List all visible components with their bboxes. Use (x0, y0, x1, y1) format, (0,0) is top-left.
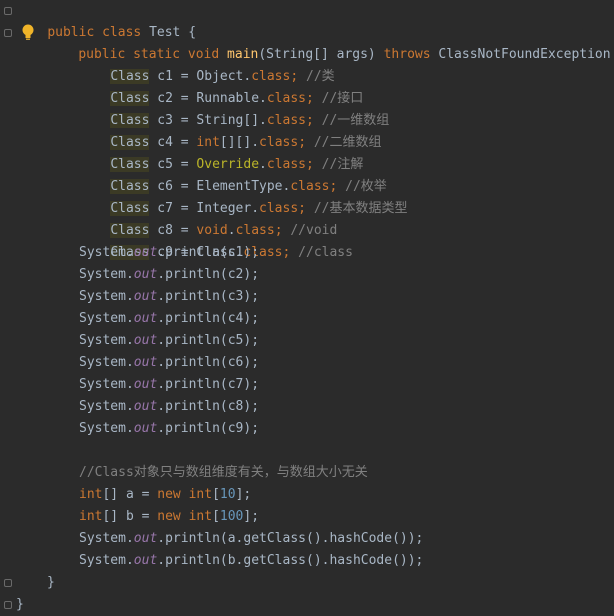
code-line: System.out.println(c9); (79, 418, 259, 440)
number: 100 (219, 509, 244, 524)
code-line: public static void main(String[] args) t… (47, 22, 614, 62)
code-text: .println(a.getClass().hashCode()); (157, 531, 424, 546)
code-line: //Class对象只与数组维度有关，与数组大小无关 (79, 462, 368, 484)
code-text: .println(c9); (157, 421, 260, 436)
code-line: } (47, 572, 55, 594)
code-line: System.out.println(c4); (79, 308, 259, 330)
fold-marker-icon[interactable] (4, 601, 12, 609)
code-text: [ (212, 487, 220, 502)
keyword: int (188, 487, 213, 502)
number: 10 (219, 487, 236, 502)
fold-marker-icon[interactable] (4, 29, 12, 37)
keyword: new (157, 487, 181, 502)
static-field: out (133, 289, 158, 304)
code-line: Class c2 = Runnable.class; //接口 (79, 66, 363, 106)
static-field: out (133, 267, 158, 282)
code-text: [ (212, 509, 220, 524)
code-text: System. (79, 531, 134, 546)
code-text: [] b = (102, 509, 158, 524)
static-field: out (133, 531, 158, 546)
code-line: } (16, 594, 24, 616)
static-field: out (133, 553, 158, 568)
static-field: out (133, 311, 158, 326)
closing-brace: } (47, 575, 55, 590)
code-text: System. (79, 399, 134, 414)
keyword: throws (383, 47, 431, 62)
code-line: Class c8 = void.class; //void (79, 198, 337, 238)
code-text: .println(c8); (157, 399, 260, 414)
code-text: .println(c4); (157, 311, 260, 326)
code-line: Class c1 = Object.class; //类 (79, 44, 335, 84)
code-text: System. (79, 333, 134, 348)
code-text: System. (79, 553, 134, 568)
static-field: out (133, 421, 158, 436)
keyword: int (79, 487, 103, 502)
code-text: ]; (235, 487, 252, 502)
code-line: Class c4 = int[][].class; //二维数组 (79, 110, 382, 150)
code-text: .println(c2); (157, 267, 260, 282)
closing-brace: } (16, 597, 24, 612)
code-text: .println(c3); (157, 289, 260, 304)
comment: //class (290, 245, 353, 260)
code-line: Class c3 = String[].class; //一维数组 (79, 88, 389, 128)
code-line: System.out.println(c6); (79, 352, 259, 374)
code-text: System. (79, 267, 134, 282)
code-line: System.out.println(c8); (79, 396, 259, 418)
keyword: new (157, 509, 181, 524)
fold-marker-icon[interactable] (4, 7, 12, 15)
static-field: out (133, 399, 158, 414)
code-text: ]; (243, 509, 260, 524)
code-line: int[] a = new int[10]; (79, 484, 251, 506)
code-line: public class Test { (16, 0, 196, 40)
code-line: System.out.println(b.getClass().hashCode… (79, 550, 423, 572)
exception-type: ClassNotFoundException { (430, 47, 614, 62)
code-line: Class c9 = Class.class; //class (79, 220, 353, 260)
keyword: int (79, 509, 103, 524)
code-text: System. (79, 421, 134, 436)
editor-gutter (0, 0, 16, 616)
code-text: System. (79, 311, 134, 326)
keyword: int (188, 509, 213, 524)
fold-marker-icon[interactable] (4, 579, 12, 587)
code-line: System.out.println(c5); (79, 330, 259, 352)
code-text: .println(c1); (157, 245, 260, 260)
code-line: System.out.println(c1); (79, 242, 259, 264)
code-text: System. (79, 245, 134, 260)
code-line: Class c7 = Integer.class; //基本数据类型 (79, 176, 407, 216)
code-text: [] a = (102, 487, 158, 502)
code-text: .println(c7); (157, 377, 260, 392)
code-text: .println(b.getClass().hashCode()); (157, 553, 424, 568)
code-line: int[] b = new int[100]; (79, 506, 259, 528)
code-line: System.out.println(a.getClass().hashCode… (79, 528, 423, 550)
code-editor[interactable]: public class Test { public static void m… (0, 0, 614, 616)
code-line: System.out.println(c2); (79, 264, 259, 286)
static-field: out (133, 245, 158, 260)
comment: //Class对象只与数组维度有关，与数组大小无关 (79, 465, 368, 480)
code-text: System. (79, 377, 134, 392)
static-field: out (133, 355, 158, 370)
code-text: .println(c5); (157, 333, 260, 348)
code-text: .println(c6); (157, 355, 260, 370)
code-text: System. (79, 355, 134, 370)
code-line: System.out.println(c3); (79, 286, 259, 308)
code-line: System.out.println(c7); (79, 374, 259, 396)
code-line: Class c5 = Override.class; //注解 (79, 132, 363, 172)
static-field: out (133, 333, 158, 348)
static-field: out (133, 377, 158, 392)
code-line: Class c6 = ElementType.class; //枚举 (79, 154, 387, 194)
code-text: System. (79, 289, 134, 304)
